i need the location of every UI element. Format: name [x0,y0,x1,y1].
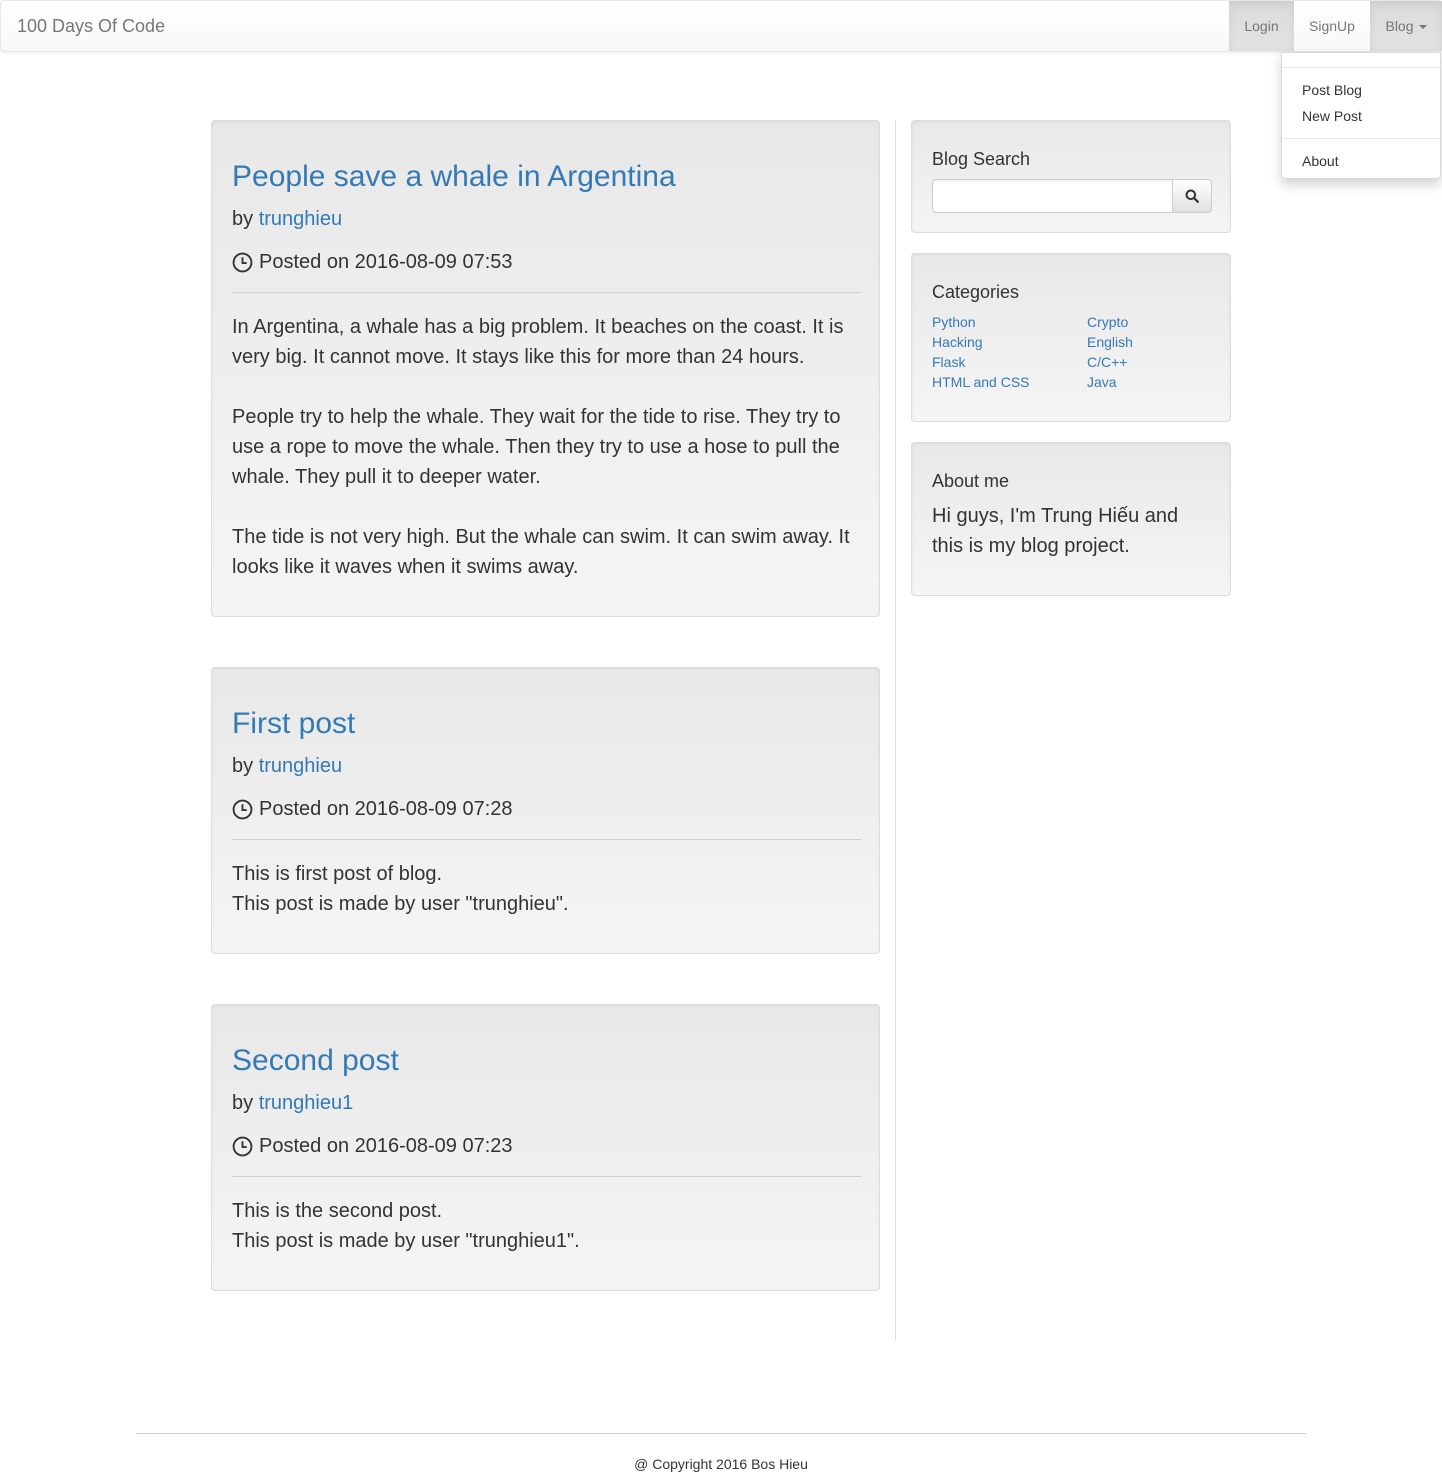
category-link-english[interactable]: English [1087,332,1133,352]
clock-icon [232,252,253,272]
category-link-java[interactable]: Java [1087,372,1133,392]
footer-copyright: @ Copyright 2016 Bos Hieu [634,1456,808,1472]
signup-link[interactable]: SignUp [1294,1,1370,51]
category-link-html-css[interactable]: HTML and CSS [932,372,1030,392]
blog-search-widget: Blog Search [911,120,1231,233]
blog-dropdown-label: Blog [1385,18,1414,34]
dropdown-item-new-post[interactable]: New Post [1302,106,1362,126]
blog-dropdown-menu: Post Blog New Post About [1281,52,1441,179]
dropdown-item-about[interactable]: About [1302,151,1339,171]
post-title-link[interactable]: Second post [232,1043,399,1079]
clock-icon [232,1136,253,1156]
footer-divider [136,1433,1306,1434]
top-navbar: 100 Days Of Code Login SignUp Blog [0,0,1442,52]
post-card: People save a whale in Argentina by trun… [211,120,880,617]
caret-down-icon [1418,25,1427,30]
login-link[interactable]: Login [1229,1,1294,51]
post-byline: by trunghieu1 [232,1090,353,1116]
dropdown-item-post-blog[interactable]: Post Blog [1302,80,1362,100]
categories-right-list: Crypto English C/C++ Java [1087,312,1133,392]
author-link[interactable]: trunghieu [259,755,342,777]
post-paragraph: This is first post of blog. [232,863,443,885]
post-title-link[interactable]: First post [232,706,355,742]
clock-icon [232,799,253,819]
category-link-crypto[interactable]: Crypto [1087,312,1133,332]
about-me-widget: About me Hi guys, I'm Trung Hiếu and thi… [911,442,1231,596]
category-link-c-cpp[interactable]: C/C++ [1087,352,1133,372]
post-paragraph: This post is made by user "trunghieu1". [232,1230,580,1252]
post-title-link[interactable]: People save a whale in Argentina [232,159,676,195]
category-link-hacking[interactable]: Hacking [932,332,1030,352]
brand-link[interactable]: 100 Days Of Code [17,16,165,36]
search-icon [1185,189,1199,203]
post-date-text: Posted on 2016-08-09 07:53 [259,251,513,273]
post-paragraph: This post is made by user "trunghieu". [232,893,569,915]
by-label: by [232,1092,254,1114]
post-date: Posted on 2016-08-09 07:53 [232,249,513,275]
post-byline: by trunghieu [232,206,342,232]
category-link-flask[interactable]: Flask [932,352,1030,372]
category-link-python[interactable]: Python [932,312,1030,332]
post-byline: by trunghieu [232,753,342,779]
post-paragraph: This is the second post. [232,1200,443,1222]
categories-left-list: Python Hacking Flask HTML and CSS [932,312,1030,392]
author-link[interactable]: trunghieu1 [259,1092,354,1114]
post-date: Posted on 2016-08-09 07:28 [232,796,513,822]
categories-widget: Categories Python Hacking Flask HTML and… [911,253,1231,422]
by-label: by [232,755,254,777]
by-label: by [232,208,254,230]
search-input[interactable] [932,179,1173,213]
dropdown-divider [1282,138,1440,139]
about-me-heading: About me [932,471,1010,491]
author-link[interactable]: trunghieu [259,208,342,230]
post-divider [232,839,861,840]
categories-heading: Categories [932,282,1020,302]
post-divider [232,1176,861,1177]
post-date-text: Posted on 2016-08-09 07:23 [259,1135,513,1157]
post-card: Second post by trunghieu1 Posted on 2016… [211,1004,880,1291]
blog-search-heading: Blog Search [932,149,1031,169]
search-button[interactable] [1172,179,1212,213]
about-me-text: Hi guys, I'm Trung Hiếu and this is my b… [932,505,1179,557]
post-date: Posted on 2016-08-09 07:23 [232,1133,513,1159]
post-paragraph: In Argentina, a whale has a big problem.… [232,316,844,368]
post-date-text: Posted on 2016-08-09 07:28 [259,798,513,820]
post-divider [232,292,861,293]
post-paragraph: People try to help the whale. They wait … [232,406,841,488]
column-divider [895,120,896,1340]
dropdown-divider [1282,67,1440,68]
post-paragraph: The tide is not very high. But the whale… [232,526,850,578]
post-card: First post by trunghieu Posted on 2016-0… [211,667,880,954]
blog-dropdown-toggle[interactable]: Blog [1370,1,1442,51]
search-group [932,179,1212,213]
